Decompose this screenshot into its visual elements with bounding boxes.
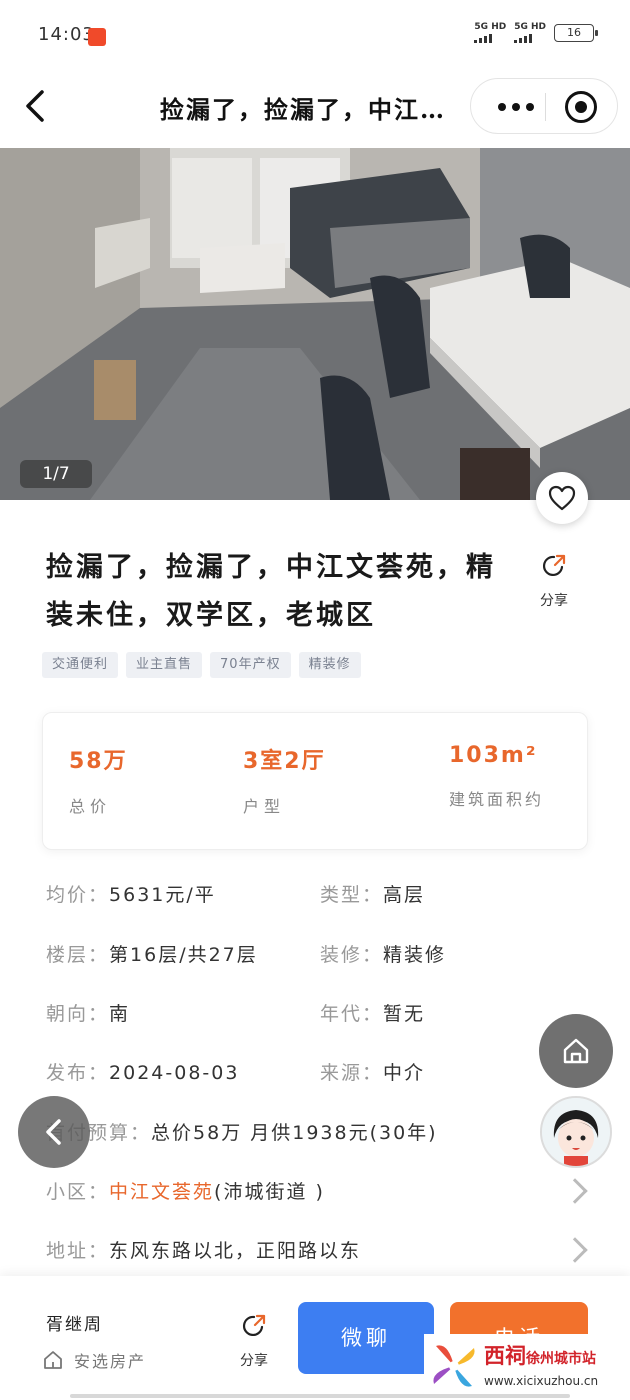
listing-title-line2: 装未住，双学区，老城区 xyxy=(46,600,376,631)
floating-back-button[interactable] xyxy=(18,1096,90,1168)
decoration-row: 装修：精装修 xyxy=(320,940,446,967)
floor-key: 楼层： xyxy=(46,944,110,966)
stat-total-price: 58万 总价 xyxy=(69,743,128,817)
home-indicator xyxy=(70,1394,570,1398)
bottom-share-label: 分享 xyxy=(240,1353,268,1369)
community-row[interactable]: 小区：中江文荟苑(沛城街道 ) xyxy=(46,1177,325,1204)
community-subdistrict: (沛城街道 ) xyxy=(214,1181,325,1203)
chevron-left-icon xyxy=(46,1119,61,1145)
signal-icon-2: 5G HD xyxy=(514,22,546,43)
year-value: 暂无 xyxy=(383,1003,426,1025)
back-arrow-icon[interactable] xyxy=(18,86,58,126)
tag: 业主直售 xyxy=(126,652,203,678)
publish-row: 发布：2024-08-03 xyxy=(46,1058,239,1085)
watermark: 西祠徐州城市站 www.xicixuzhou.cn xyxy=(424,1334,630,1400)
room-photo-image xyxy=(0,148,630,500)
orientation-value: 南 xyxy=(109,1003,131,1025)
source-key: 来源： xyxy=(320,1062,384,1084)
tag: 70年产权 xyxy=(210,652,291,678)
avatar-icon xyxy=(542,1098,610,1166)
agency: 安选房产 xyxy=(42,1348,146,1372)
listing-title: 捡漏了，捡漏了，中江文荟苑，精 装未住，双学区，老城区 xyxy=(46,544,506,640)
decoration-key: 装修： xyxy=(320,944,384,966)
stats-card: 58万 总价 3室2厅 户型 103m² 建筑面积约 xyxy=(42,712,588,850)
battery-icon: 16 xyxy=(554,23,598,42)
unit-price-row: 均价：5631元/平 xyxy=(46,880,216,907)
agency-home-icon xyxy=(44,1351,62,1369)
stat-layout: 3室2厅 户型 xyxy=(243,743,326,817)
floor-value: 第16层/共27层 xyxy=(109,944,258,966)
page-title: 捡漏了，捡漏了，中江… xyxy=(160,95,446,124)
budget-value: 总价58万 月供1938元(30年) xyxy=(151,1122,438,1144)
status-bar: 14:03 5G HD 5G HD 16 xyxy=(0,0,630,72)
type-row: 类型：高层 xyxy=(320,880,425,907)
type-value: 高层 xyxy=(383,884,426,906)
share-label: 分享 xyxy=(540,593,568,609)
notification-app-icon xyxy=(88,28,106,46)
watermark-brand-text: 西祠 xyxy=(484,1344,526,1368)
battery-level: 16 xyxy=(567,25,581,39)
mini-program-capsule xyxy=(470,78,618,134)
type-key: 类型： xyxy=(320,884,384,906)
community-chevron-icon[interactable] xyxy=(562,1178,588,1204)
address-chevron-icon[interactable] xyxy=(562,1237,588,1263)
orientation-key: 朝向： xyxy=(46,1003,110,1025)
watermark-brand: 西祠徐州城市站 xyxy=(484,1340,596,1370)
unit-price-value: 5631元/平 xyxy=(109,884,216,906)
orientation-row: 朝向：南 xyxy=(46,999,130,1026)
watermark-logo-icon xyxy=(433,1345,475,1387)
listing-title-line1: 捡漏了，捡漏了，中江文荟苑，精 xyxy=(46,552,496,583)
network-label-1: 5G HD xyxy=(474,22,507,32)
share-icon xyxy=(542,554,566,577)
tag: 精装修 xyxy=(298,652,361,678)
agent-name: 胥继周 xyxy=(46,1315,103,1335)
source-row: 来源：中介 xyxy=(320,1058,425,1085)
status-time: 14:03 xyxy=(38,24,95,45)
home-button[interactable] xyxy=(539,1014,613,1088)
photo-counter: 1/7 xyxy=(20,460,92,488)
watermark-url: www.xicixuzhou.cn xyxy=(484,1374,599,1388)
publish-value: 2024-08-03 xyxy=(109,1062,240,1084)
area-value: 103m² xyxy=(449,743,538,768)
stat-area: 103m² 建筑面积约 xyxy=(449,743,544,810)
home-icon xyxy=(563,1038,589,1064)
heart-icon xyxy=(548,485,576,511)
area-label: 建筑面积约 xyxy=(449,790,545,809)
share-icon xyxy=(242,1314,266,1337)
signal-icon-1: 5G HD xyxy=(474,22,506,43)
more-icon[interactable] xyxy=(491,95,541,119)
decoration-value: 精装修 xyxy=(383,944,447,966)
total-price-value: 58万 xyxy=(69,749,128,774)
chat-button[interactable]: 微聊 xyxy=(298,1302,434,1374)
agency-name: 安选房产 xyxy=(74,1352,147,1371)
close-target-icon[interactable] xyxy=(565,91,597,123)
network-label-2: 5G HD xyxy=(514,22,546,32)
status-indicators: 5G HD 5G HD 16 xyxy=(474,22,598,43)
year-key: 年代： xyxy=(320,1003,384,1025)
year-row: 年代：暂无 xyxy=(320,999,425,1026)
floor-row: 楼层：第16层/共27层 xyxy=(46,940,258,967)
listing-photo[interactable] xyxy=(0,148,630,500)
community-key: 小区： xyxy=(46,1181,110,1203)
publish-key: 发布： xyxy=(46,1062,110,1084)
total-price-label: 总价 xyxy=(69,797,112,816)
share-button[interactable]: 分享 xyxy=(534,552,574,610)
watermark-city: 徐州城市站 xyxy=(526,1351,596,1367)
customer-service-avatar[interactable] xyxy=(540,1096,612,1168)
budget-row: 首付预算：总价58万 月供1938元(30年) xyxy=(46,1118,438,1145)
unit-price-key: 均价： xyxy=(46,884,110,906)
tag-list: 交通便利 业主直售 70年产权 精装修 xyxy=(42,652,361,678)
community-name-link[interactable]: 中江文荟苑 xyxy=(109,1181,214,1203)
bottom-share-button[interactable]: 分享 xyxy=(236,1312,272,1370)
tag: 交通便利 xyxy=(42,652,119,678)
layout-label: 户型 xyxy=(243,797,286,816)
favorite-button[interactable] xyxy=(536,472,588,524)
address-key: 地址： xyxy=(46,1240,110,1262)
source-value: 中介 xyxy=(383,1062,426,1084)
layout-value: 3室2厅 xyxy=(243,749,326,774)
address-row[interactable]: 地址：东风东路以北，正阳路以东 xyxy=(46,1236,361,1263)
nav-bar: 捡漏了，捡漏了，中江… xyxy=(0,72,630,148)
address-value: 东风东路以北，正阳路以东 xyxy=(109,1240,362,1262)
capsule-divider xyxy=(545,93,546,121)
